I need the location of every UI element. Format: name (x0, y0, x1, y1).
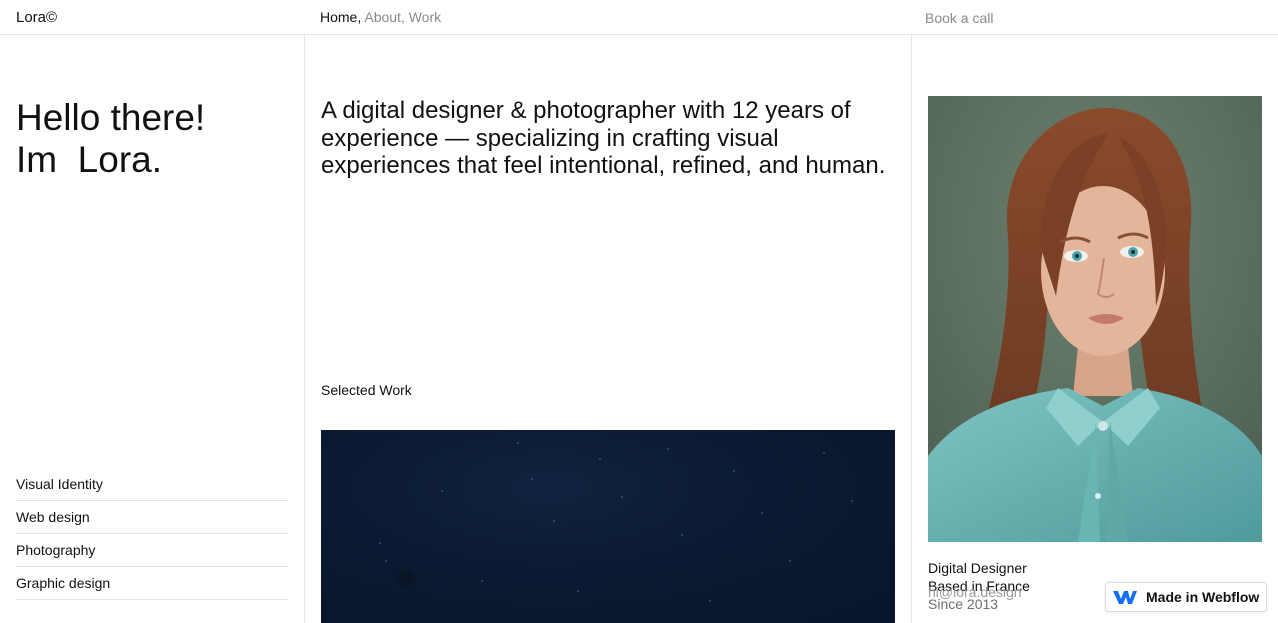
site-header: Lora© Home, About, Work Book a call (0, 0, 1278, 35)
profile-role: Digital Designer (928, 560, 1027, 576)
portrait-photo (928, 96, 1262, 542)
service-item-graphic-design[interactable]: Graphic design (16, 567, 288, 600)
page: Lora© Home, About, Work Book a call Hell… (0, 0, 1278, 623)
badge-label: Made in Webflow (1146, 589, 1260, 605)
logo[interactable]: Lora© (16, 9, 57, 26)
hero-heading: Hello there! Im Lora. (16, 97, 296, 181)
webflow-logo-icon (1113, 591, 1137, 604)
column-divider-left (304, 35, 305, 623)
hero-line-2: Im Lora. (16, 139, 162, 180)
service-item-web-design[interactable]: Web design (16, 501, 288, 534)
profile-email[interactable]: hi@lora.design (928, 583, 1022, 601)
intro-text: A digital designer & photographer with 1… (321, 97, 886, 179)
services-list: Visual Identity Web design Photography G… (16, 468, 288, 600)
nav-home[interactable]: Home, (320, 9, 361, 25)
nav-about[interactable]: About, (361, 9, 404, 25)
made-in-webflow-badge[interactable]: Made in Webflow (1105, 582, 1267, 612)
selected-work-image[interactable] (321, 430, 895, 623)
selected-work-title: Selected Work (321, 382, 412, 398)
portrait-illustration (928, 96, 1262, 542)
service-item-photography[interactable]: Photography (16, 534, 288, 567)
book-call-link[interactable]: Book a call (925, 10, 993, 26)
profile-info: Digital Designer Based in France hi@lora… (928, 559, 1030, 613)
nav-work[interactable]: Work (405, 9, 441, 25)
hero-line-1: Hello there! (16, 97, 206, 138)
service-item-visual-identity[interactable]: Visual Identity (16, 468, 288, 501)
main-nav: Home, About, Work (320, 9, 441, 25)
column-divider-right (911, 35, 912, 623)
